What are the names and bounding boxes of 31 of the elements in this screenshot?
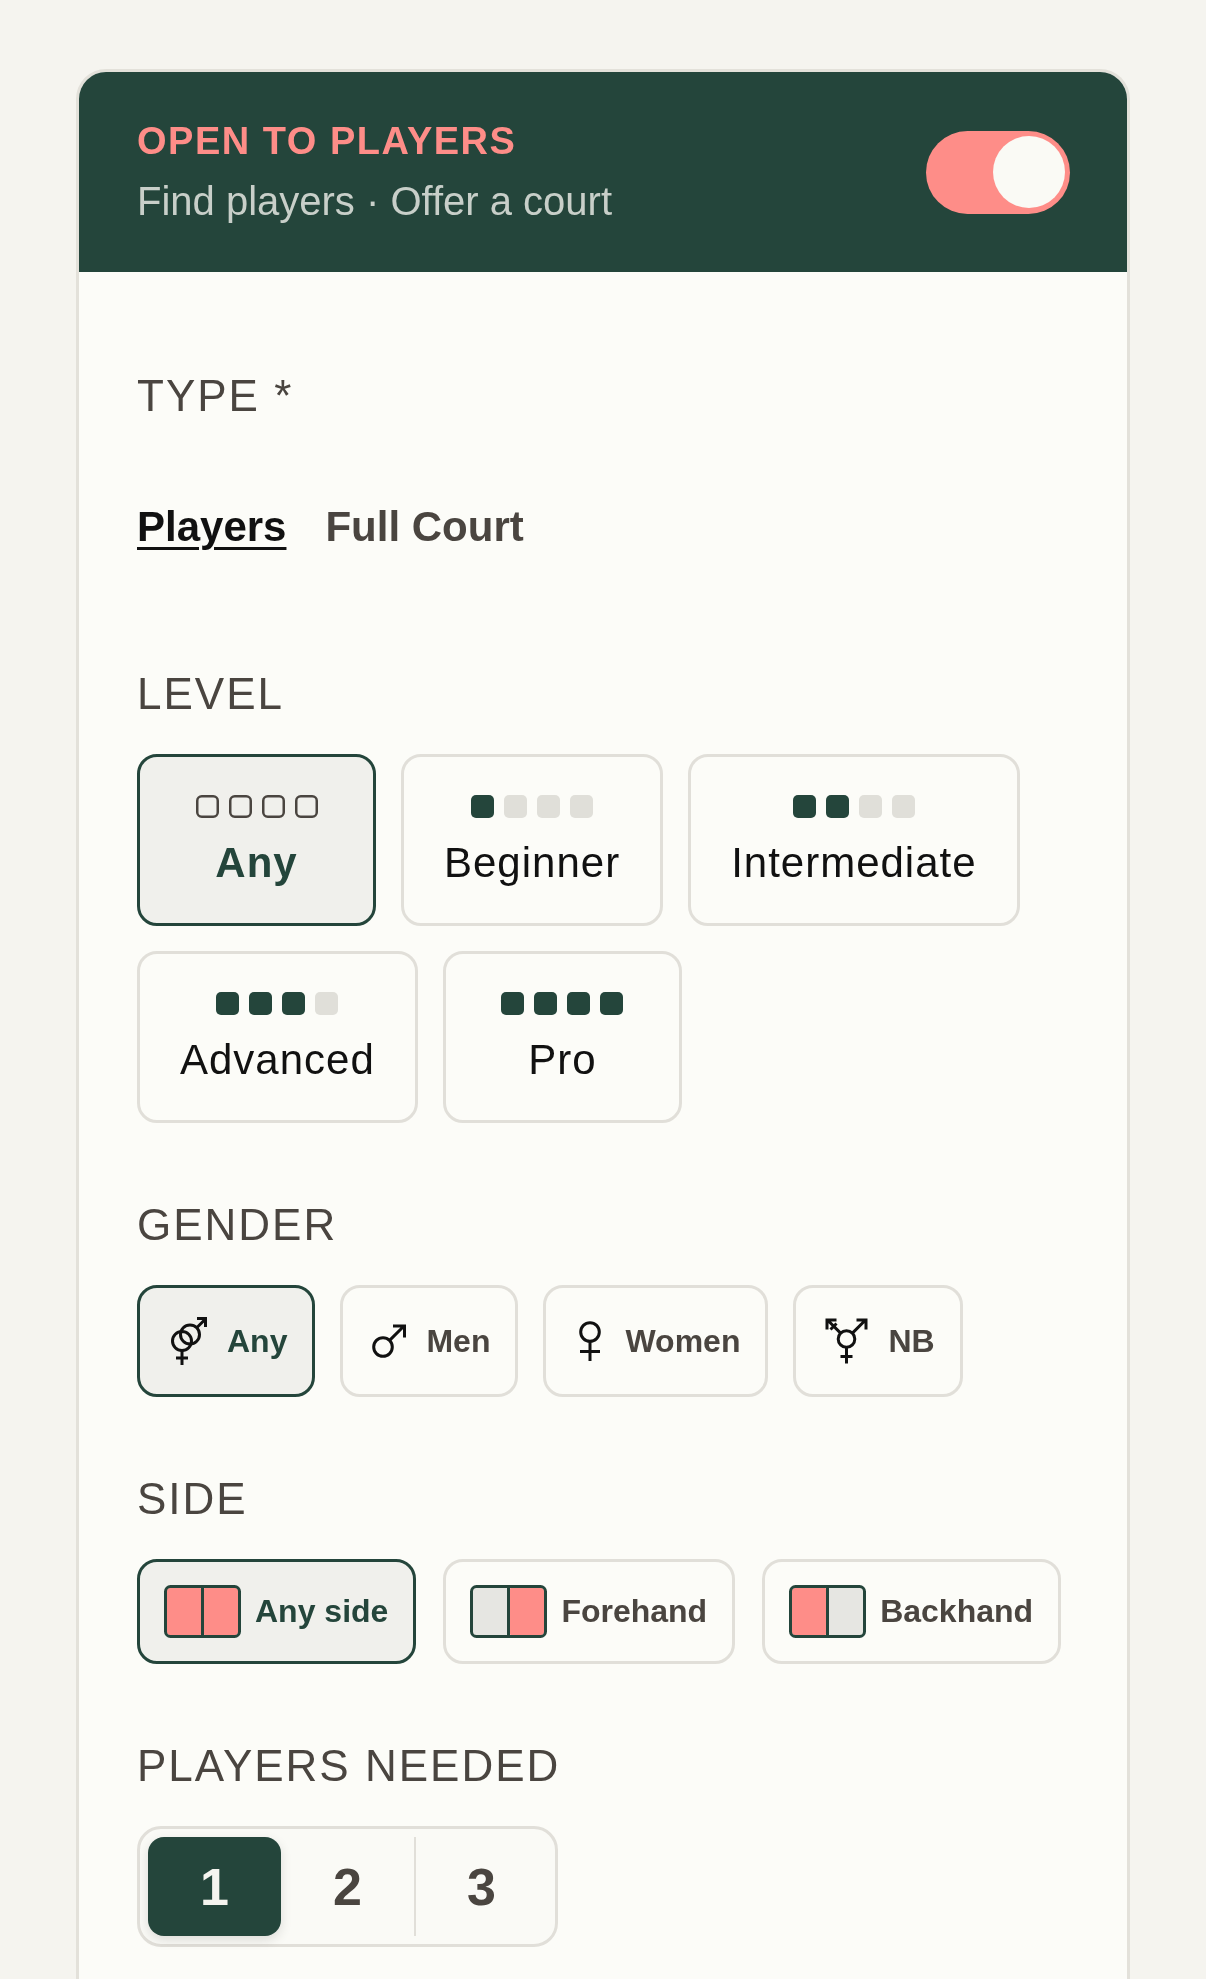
side-option[interactable]: Backhand: [762, 1559, 1062, 1664]
level-option[interactable]: Pro: [442, 951, 682, 1123]
gender-option[interactable]: Women: [543, 1285, 769, 1397]
side-option[interactable]: Any side: [137, 1559, 417, 1664]
header-title: OPEN TO PLAYERS: [137, 119, 518, 163]
section-label: SIDE: [137, 1473, 249, 1525]
section-label: LEVEL: [137, 668, 285, 720]
section-label: PLAYERS NEEDED: [137, 1740, 562, 1792]
header-subtitle: Find players · Offer a court: [137, 178, 612, 225]
court-halves-icon: [470, 1585, 548, 1638]
count-option[interactable]: 3: [414, 1837, 547, 1936]
side-option[interactable]: Forehand: [443, 1559, 736, 1664]
level-option[interactable]: Any: [137, 754, 376, 926]
level-pips-icon: [195, 794, 318, 818]
count-option[interactable]: 1: [148, 1837, 281, 1936]
male-symbol-icon: [372, 1324, 407, 1358]
transgender-symbol-icon: [825, 1318, 869, 1364]
court-halves-icon: [789, 1585, 867, 1638]
section-label: GENDER: [137, 1199, 339, 1251]
gender-option[interactable]: Men: [340, 1285, 519, 1397]
level-option[interactable]: Advanced: [137, 951, 418, 1123]
gender-option[interactable]: Any: [137, 1285, 316, 1397]
level-option[interactable]: Intermediate: [688, 754, 1020, 926]
level-option[interactable]: Beginner: [401, 754, 664, 926]
type-tab[interactable]: Players: [137, 502, 287, 552]
count-option[interactable]: 2: [281, 1837, 414, 1936]
court-halves-icon: [164, 1585, 241, 1638]
gender-symbols-icon: [169, 1316, 207, 1366]
gender-option[interactable]: NB: [793, 1285, 963, 1397]
type-tab[interactable]: Full Court: [325, 502, 524, 552]
section-label: TYPE *: [137, 370, 295, 422]
